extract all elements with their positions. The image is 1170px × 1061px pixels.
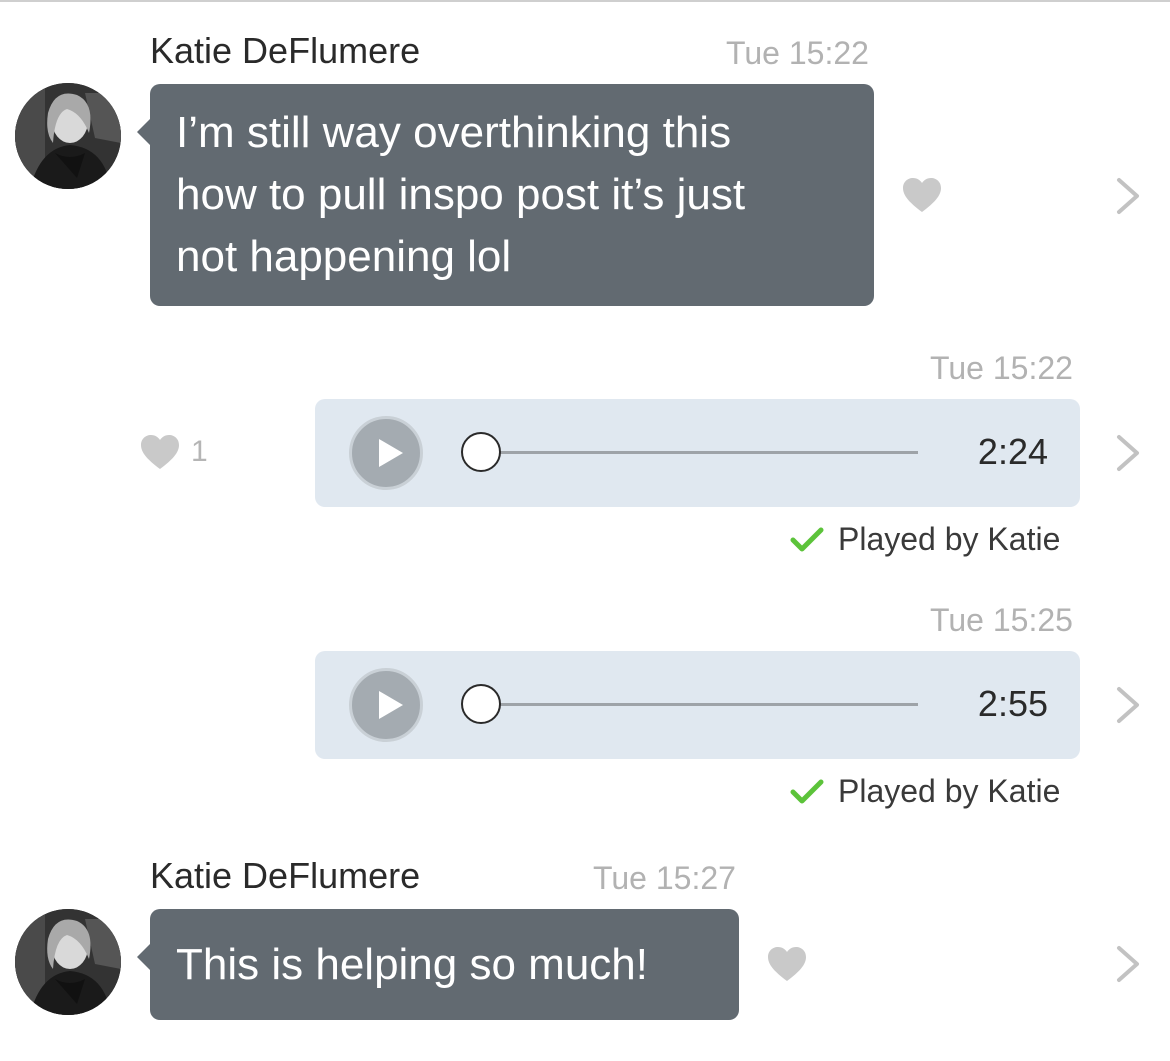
voice-message-bubble: 2:55 <box>315 651 1080 759</box>
top-divider <box>0 0 1170 2</box>
message-timestamp: Tue 15:22 <box>726 35 869 71</box>
heart-icon[interactable] <box>767 946 807 982</box>
heart-icon[interactable] <box>902 177 942 213</box>
chevron-right-icon[interactable] <box>1113 685 1143 725</box>
played-status: Played by Katie <box>790 773 1061 810</box>
message-text-line: I’m still way overthinking this <box>176 108 732 157</box>
audio-duration: 2:24 <box>977 431 1048 472</box>
message-timestamp: Tue 15:27 <box>593 860 736 896</box>
play-button[interactable] <box>349 668 423 742</box>
checkmark-icon <box>790 779 824 804</box>
played-by-label: Played by Katie <box>838 521 1061 557</box>
playback-scrubber[interactable] <box>461 432 501 472</box>
incoming-message-bubble[interactable]: I’m still way overthinking this how to p… <box>137 84 874 306</box>
message-timestamp: Tue 15:25 <box>930 602 1073 638</box>
like-count: 1 <box>191 435 208 468</box>
checkmark-icon <box>790 527 824 552</box>
sender-name: Katie DeFlumere <box>150 855 421 896</box>
playback-track[interactable] <box>483 451 918 454</box>
chevron-right-icon[interactable] <box>1113 944 1143 984</box>
playback-scrubber[interactable] <box>461 684 501 724</box>
playback-track[interactable] <box>483 703 918 706</box>
sender-name: Katie DeFlumere <box>150 30 421 71</box>
message-text-line: not happening lol <box>176 232 512 281</box>
heart-icon[interactable] <box>140 434 180 470</box>
message-text-line: how to pull inspo post it’s just <box>176 170 746 219</box>
played-status: Played by Katie <box>790 521 1061 558</box>
message-timestamp: Tue 15:22 <box>930 350 1073 386</box>
play-button[interactable] <box>349 416 423 490</box>
played-by-label: Played by Katie <box>838 773 1061 809</box>
audio-duration: 2:55 <box>977 683 1048 724</box>
chevron-right-icon[interactable] <box>1113 176 1143 216</box>
message-text: This is helping so much! <box>176 940 648 989</box>
chevron-right-icon[interactable] <box>1113 433 1143 473</box>
avatar[interactable] <box>15 83 121 189</box>
avatar[interactable] <box>15 909 121 1015</box>
voice-message-bubble: 2:24 <box>315 399 1080 507</box>
incoming-message-bubble[interactable]: This is helping so much! <box>137 909 739 1020</box>
